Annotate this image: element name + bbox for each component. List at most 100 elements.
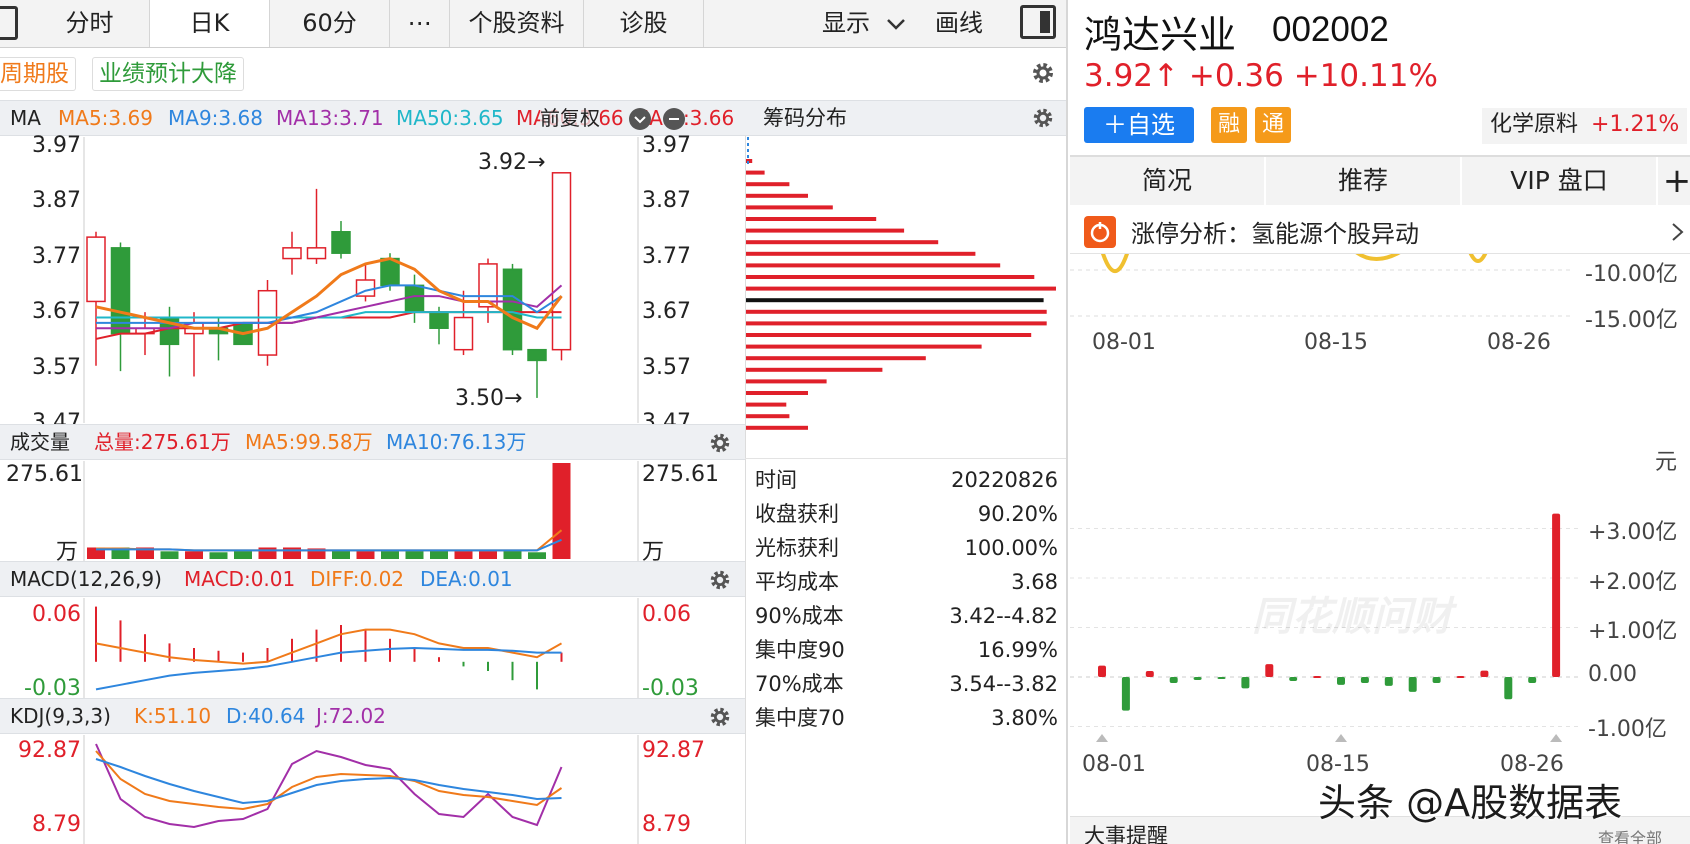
flow-tick: +2.00亿 (1588, 570, 1678, 595)
display-menu[interactable]: 显示 (822, 0, 906, 47)
tag-cyclical[interactable]: 周期股 (0, 57, 76, 91)
ma-label: MA (10, 106, 41, 130)
connect-badge[interactable]: 通 (1255, 107, 1291, 143)
volume-bar (258, 547, 277, 559)
gear-icon[interactable] (1031, 106, 1055, 130)
chip-bar (746, 263, 1001, 268)
chevron-down-icon (886, 19, 905, 30)
see-all-link[interactable]: 查看全部 (1598, 825, 1662, 844)
ma50-value: MA50:3.65 (396, 106, 504, 130)
chip-bar (746, 333, 1032, 337)
chip-title: 筹码分布 (763, 106, 847, 130)
tab-diagnosis[interactable]: 诊股 (584, 0, 704, 47)
gear-icon[interactable] (708, 705, 732, 729)
chip-bar (746, 159, 753, 163)
flow-top-date: 08-26 (1487, 330, 1551, 355)
settings-icon[interactable] (628, 107, 688, 131)
candle-body (527, 348, 547, 362)
volume-bar (454, 551, 473, 559)
tab-vip-board[interactable]: VIP 盘口 (1462, 157, 1658, 205)
candle-body (331, 231, 351, 254)
candle-body (86, 236, 106, 303)
chip-bar (746, 275, 1035, 279)
tag-earnings-drop[interactable]: 业绩预计大降 (92, 57, 244, 91)
flow-bar (1456, 676, 1465, 679)
tab-recommend[interactable]: 推荐 (1266, 157, 1462, 205)
volume-chart[interactable] (0, 461, 745, 561)
chip-distribution-chart[interactable] (746, 137, 1068, 457)
watermark: 同花顺问财 (1252, 594, 1452, 640)
flow-tick: 0.00 (1588, 662, 1637, 687)
kdj_k-line (95, 750, 563, 811)
volume-ma5: MA5:99.58万 (245, 430, 373, 454)
volume-bar (405, 551, 424, 559)
stat-row: 集中度70 3.80% (755, 706, 1058, 730)
draw-line-button[interactable]: 画线 (935, 0, 983, 47)
volume-bar (185, 551, 203, 559)
chip-bar (746, 367, 883, 372)
dea-line (95, 646, 562, 691)
chip-header: 筹码分布 (745, 100, 1066, 136)
tab-daily-k[interactable]: 日K (150, 0, 270, 47)
flow-bar (1098, 665, 1106, 677)
diff-line (95, 628, 562, 665)
flow-tick: +1.00亿 (1588, 619, 1678, 644)
price-change: +0.36 (1188, 58, 1284, 94)
volume-ma10-line (96, 538, 562, 552)
flow-bar (1408, 677, 1417, 692)
sector-chip[interactable]: 化学原料 +1.21% (1482, 108, 1688, 144)
margin-badge[interactable]: 融 (1211, 107, 1247, 143)
chip-bar (746, 425, 808, 430)
flow-bar (1313, 676, 1322, 679)
chip-bar (746, 298, 1044, 303)
tab-overview[interactable]: 简况 (1070, 157, 1266, 205)
flow-bar (1121, 677, 1130, 711)
volume-bar (283, 547, 301, 559)
kdj-d: D:40.64 (226, 704, 306, 728)
flow-bar (1145, 671, 1154, 677)
stat-row: 集中度90 16.99% (755, 638, 1058, 662)
chip-stats-table: 时间 20220826 收盘获利 90.20% 光标获利 100.00% 平均成本 3.… (745, 458, 1066, 730)
volume-bar (160, 551, 179, 559)
date-marker-icon (1096, 734, 1108, 742)
add-watchlist-button[interactable]: ＋自选 (1084, 107, 1194, 143)
flow-unit: 元 (1655, 450, 1678, 475)
flow-bar (1217, 677, 1226, 679)
flow-top-date: 08-15 (1304, 330, 1368, 355)
tab-intraday[interactable]: 分时 (30, 0, 150, 47)
date-marker-icon (1335, 734, 1347, 742)
candle-body (551, 172, 572, 351)
chip-bar (746, 286, 1056, 291)
add-tab-button[interactable]: + (1658, 157, 1690, 205)
layout-left-icon[interactable] (0, 6, 18, 40)
kdj_j-line (95, 743, 563, 829)
source-credit: 头条 @A股数据表 (1318, 781, 1623, 825)
gear-icon[interactable] (708, 568, 732, 592)
chart-toolbar: 分时 日K 60分 ⋯ 个股资料 诊股 显示 画线 (0, 0, 1066, 48)
candle-body (502, 268, 523, 351)
last-price: 3.92↑ (1084, 58, 1179, 94)
stat-row: 70%成本 3.54--3.82 (755, 672, 1058, 696)
macd-chart[interactable] (0, 598, 745, 698)
ma-header: MA MA5:3.69 MA9:3.68 MA13:3.71 MA50:3.65… (0, 100, 745, 136)
kdj-chart[interactable] (0, 735, 745, 844)
tab-more[interactable]: ⋯ (390, 0, 450, 47)
dea-value: DEA:0.01 (420, 567, 513, 591)
chip-bar (746, 217, 877, 221)
volume-bar (479, 551, 497, 559)
ma5-value: MA5:3.69 (58, 106, 153, 130)
flow-bar (1169, 677, 1178, 683)
gear-icon[interactable] (1030, 60, 1056, 86)
limit-up-alert[interactable]: 涨停分析：氢能源个股异动 (1070, 208, 1690, 254)
kdj-title: KDJ(9,3,3) (10, 704, 111, 728)
layout-toggle-icon[interactable] (1020, 5, 1056, 39)
volume-ma5-line (96, 529, 563, 552)
adjust-mode[interactable]: 前复权 (540, 101, 600, 135)
tab-stock-info[interactable]: 个股资料 (450, 0, 584, 47)
kline-chart[interactable] (0, 137, 745, 423)
date-marker-icon (1550, 734, 1563, 742)
flow-bar (1528, 677, 1537, 683)
flow-bar (1504, 677, 1513, 700)
tab-60min[interactable]: 60分 (270, 0, 390, 47)
gear-icon[interactable] (708, 431, 732, 455)
